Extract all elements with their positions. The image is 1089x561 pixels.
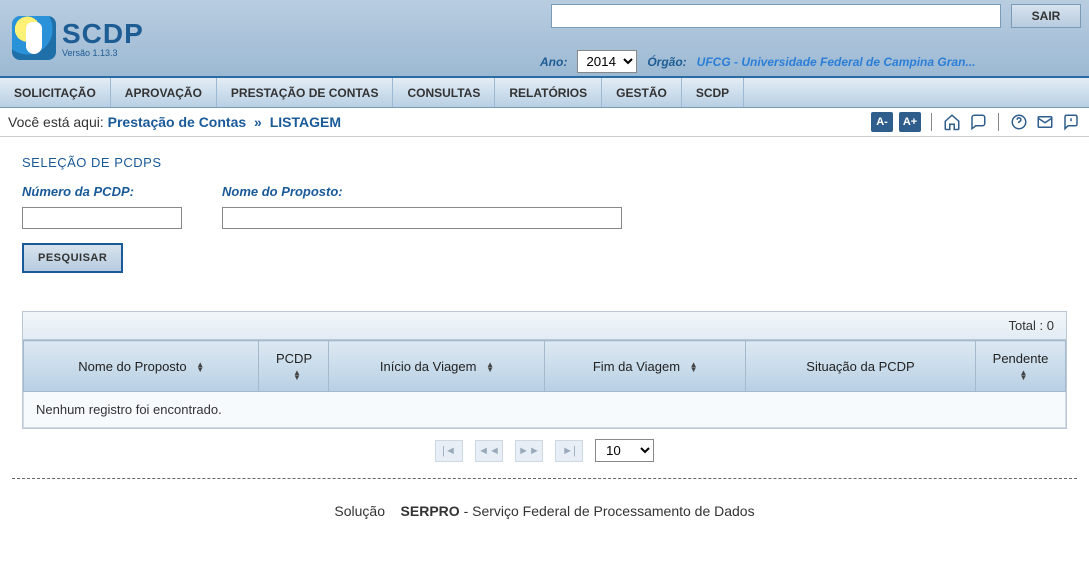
menu-consultas[interactable]: CONSULTAS — [393, 78, 495, 107]
page-size-select[interactable]: 10 — [595, 439, 654, 462]
main-menu: SOLICITAÇÃO APROVAÇÃO PRESTAÇÃO DE CONTA… — [0, 78, 1089, 108]
sort-icon: ▲▼ — [1020, 370, 1028, 380]
home-icon[interactable] — [942, 113, 962, 131]
year-label: Ano: — [540, 55, 567, 69]
footer-brand: SERPRO — [401, 503, 460, 519]
menu-solicitacao[interactable]: SOLICITAÇÃO — [0, 78, 111, 107]
sort-icon: ▲▼ — [486, 362, 494, 372]
chat-icon[interactable] — [968, 113, 988, 131]
pcdp-label: Número da PCDP: — [22, 184, 182, 199]
version-label: Versão 1.13.3 — [62, 48, 118, 58]
header-meta: Ano: 2014 Órgão: UFCG - Universidade Fed… — [540, 50, 1081, 73]
nome-field: Nome do Proposto: — [222, 184, 622, 229]
sort-icon: ▲▼ — [690, 362, 698, 372]
breadcrumb-row: Você está aqui: Prestação de Contas » LI… — [0, 108, 1089, 137]
menu-relatorios[interactable]: RELATÓRIOS — [495, 78, 602, 107]
brand-logo-icon — [12, 16, 56, 60]
breadcrumb-prefix: Você está aqui: — [8, 114, 104, 130]
col-inicio[interactable]: Início da Viagem ▲▼ — [329, 341, 545, 392]
pager: |◄ ◄◄ ►► ►| 10 — [0, 439, 1089, 462]
menu-prestacao[interactable]: PRESTAÇÃO DE CONTAS — [217, 78, 394, 107]
menu-gestao[interactable]: GESTÃO — [602, 78, 682, 107]
feedback-icon[interactable] — [1061, 113, 1081, 131]
results-table: Nome do Proposto ▲▼ PCDP ▲▼ Início da Vi… — [23, 340, 1066, 428]
app-header: SCDP Versão 1.13.3 SAIR Ano: 2014 Órgão:… — [0, 0, 1089, 78]
help-icon[interactable] — [1009, 113, 1029, 131]
col-situacao[interactable]: Situação da PCDP — [746, 341, 976, 392]
search-button[interactable]: PESQUISAR — [22, 243, 123, 273]
font-decrease-button[interactable]: A- — [871, 112, 893, 132]
col-pendente[interactable]: Pendente ▲▼ — [976, 341, 1066, 392]
font-increase-button[interactable]: A+ — [899, 112, 921, 132]
col-situacao-label: Situação da PCDP — [806, 359, 914, 374]
pager-first-icon[interactable]: |◄ — [435, 440, 463, 462]
breadcrumb-current: LISTAGEM — [270, 114, 341, 130]
footer-prefix: Solução — [334, 503, 385, 519]
empty-message: Nenhum registro foi encontrado. — [24, 392, 1066, 428]
orgao-link[interactable]: UFCG - Universidade Federal de Campina G… — [697, 55, 976, 69]
brand-name: SCDP — [62, 18, 144, 50]
total-row: Total : 0 — [23, 312, 1066, 340]
pager-prev-icon[interactable]: ◄◄ — [475, 440, 503, 462]
nome-label: Nome do Proposto: — [222, 184, 622, 199]
nome-input[interactable] — [222, 207, 622, 229]
col-pendente-label: Pendente — [993, 351, 1049, 366]
footer: Solução SERPRO - Serviço Federal de Proc… — [0, 479, 1089, 537]
pager-last-icon[interactable]: ►| — [555, 440, 583, 462]
col-pcdp[interactable]: PCDP ▲▼ — [259, 341, 329, 392]
breadcrumb: Você está aqui: Prestação de Contas » LI… — [8, 114, 341, 130]
year-select[interactable]: 2014 — [577, 50, 637, 73]
col-fim-label: Fim da Viagem — [593, 359, 680, 374]
filter-panel: SELEÇÃO DE PCDPS Número da PCDP: Nome do… — [0, 137, 1089, 281]
breadcrumb-parent[interactable]: Prestação de Contas — [108, 114, 247, 130]
table-empty-row: Nenhum registro foi encontrado. — [24, 392, 1066, 428]
col-pcdp-label: PCDP — [276, 351, 312, 366]
col-nome-label: Nome do Proposto — [78, 359, 186, 374]
toolbar-separator — [998, 113, 999, 131]
pager-next-icon[interactable]: ►► — [515, 440, 543, 462]
breadcrumb-separator-icon: » — [254, 114, 262, 130]
mail-icon[interactable] — [1035, 113, 1055, 131]
sort-icon: ▲▼ — [196, 362, 204, 372]
pcdp-field: Número da PCDP: — [22, 184, 182, 229]
sort-icon: ▲▼ — [293, 370, 301, 380]
exit-button[interactable]: SAIR — [1011, 4, 1081, 28]
panel-title: SELEÇÃO DE PCDPS — [22, 155, 1067, 170]
col-inicio-label: Início da Viagem — [380, 359, 477, 374]
pcdp-input[interactable] — [22, 207, 182, 229]
menu-aprovacao[interactable]: APROVAÇÃO — [111, 78, 217, 107]
toolbar-separator — [931, 113, 932, 131]
accessibility-toolbar: A- A+ — [871, 112, 1081, 132]
orgao-label: Órgão: — [647, 55, 686, 69]
menu-scdp[interactable]: SCDP — [682, 78, 744, 107]
results-table-wrap: Total : 0 Nome do Proposto ▲▼ PCDP ▲▼ In… — [22, 311, 1067, 429]
col-nome[interactable]: Nome do Proposto ▲▼ — [24, 341, 259, 392]
global-search-input[interactable] — [551, 4, 1001, 28]
footer-suffix: - Serviço Federal de Processamento de Da… — [464, 503, 755, 519]
col-fim[interactable]: Fim da Viagem ▲▼ — [545, 341, 746, 392]
